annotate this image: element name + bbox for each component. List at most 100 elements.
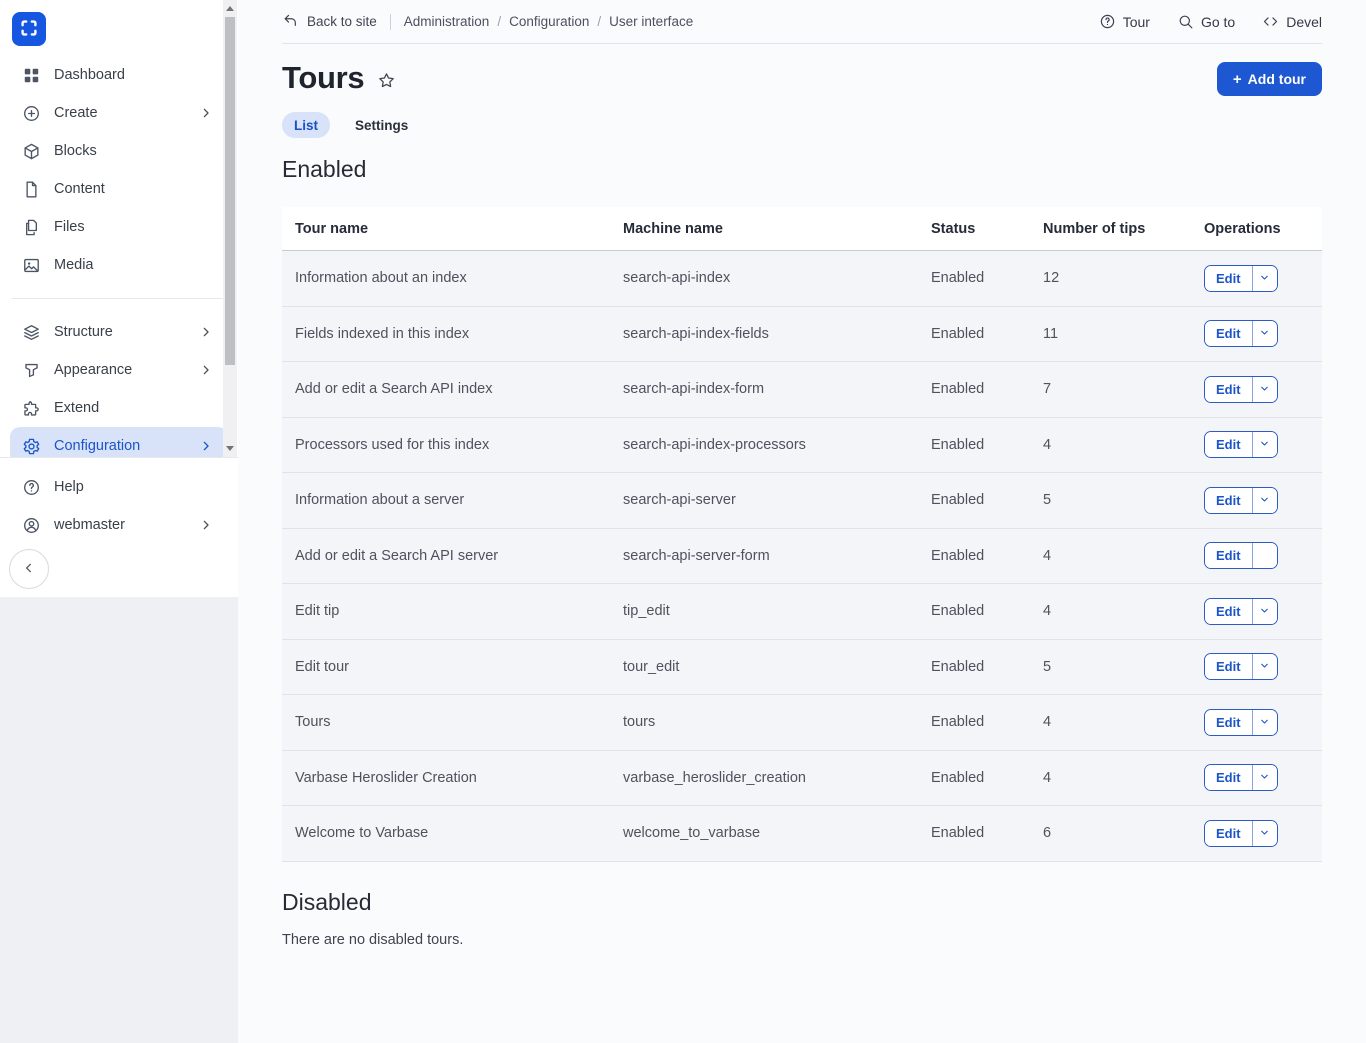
edit-dropdown-toggle[interactable] bbox=[1251, 598, 1277, 624]
cell-machine-name: welcome_to_varbase bbox=[623, 825, 761, 842]
chevron-down-icon bbox=[1259, 326, 1270, 341]
edit-dropdown-toggle[interactable] bbox=[1251, 487, 1277, 513]
sidebar-item-configuration[interactable]: Configuration bbox=[10, 427, 228, 457]
breadcrumb-link-configuration[interactable]: Configuration bbox=[509, 14, 589, 29]
edit-button[interactable]: Edit bbox=[1205, 709, 1252, 735]
sidebar-scrollbar[interactable] bbox=[223, 0, 237, 457]
scrollbar-up-arrow-icon[interactable] bbox=[226, 6, 234, 11]
edit-button[interactable]: Edit bbox=[1205, 654, 1252, 680]
sidebar-item-structure[interactable]: Structure bbox=[10, 313, 228, 351]
table-row: Varbase Heroslider Creation varbase_heros… bbox=[282, 750, 1322, 806]
topbar-action-tour[interactable]: Tour bbox=[1099, 13, 1150, 30]
add-tour-label: Add tour bbox=[1247, 71, 1306, 87]
edit-dropdown-toggle[interactable] bbox=[1251, 709, 1277, 735]
cell-tour-name: Tours bbox=[295, 714, 331, 731]
edit-dropdown-toggle[interactable] bbox=[1251, 820, 1277, 846]
table-row: Edit tip tip_edit Enabled 4 Edit bbox=[282, 584, 1322, 640]
cell-number-of-tips: 7 bbox=[1043, 381, 1052, 398]
sidebar-item-content[interactable]: Content bbox=[10, 170, 228, 208]
app-logo[interactable] bbox=[12, 12, 46, 46]
table-row: Add or edit a Search API server search-ap… bbox=[282, 528, 1322, 584]
sidebar-item-blocks[interactable]: Blocks bbox=[10, 132, 228, 170]
edit-button[interactable]: Edit bbox=[1205, 432, 1252, 458]
edit-button[interactable]: Edit bbox=[1205, 598, 1252, 624]
column-header-number-of-tips: Number of tips bbox=[1043, 220, 1146, 237]
edit-button[interactable]: Edit bbox=[1205, 487, 1252, 513]
sidebar-item-help[interactable]: Help bbox=[10, 468, 228, 506]
edit-dropdown-toggle[interactable] bbox=[1251, 432, 1277, 458]
edit-split-button: Edit bbox=[1204, 597, 1278, 625]
sidebar-nav: Dashboard Create Blocks Content Files Media St… bbox=[0, 56, 238, 457]
sidebar-item-create[interactable]: Create bbox=[10, 94, 228, 132]
page: Tours + Add tour List Settings Enabled To… bbox=[238, 60, 1366, 948]
table-row: Processors used for this index search-api… bbox=[282, 417, 1322, 473]
breadcrumb-link-administration[interactable]: Administration bbox=[404, 14, 490, 29]
sidebar-item-files[interactable]: Files bbox=[10, 208, 228, 246]
edit-button[interactable]: Edit bbox=[1205, 321, 1252, 347]
table-row: Tours tours Enabled 4 Edit bbox=[282, 695, 1322, 751]
cell-status: Enabled bbox=[931, 603, 985, 620]
edit-dropdown-toggle[interactable] bbox=[1251, 543, 1277, 569]
chevron-down-icon bbox=[1259, 715, 1270, 730]
add-tour-button[interactable]: + Add tour bbox=[1216, 62, 1322, 96]
sidebar-item-extend[interactable]: Extend bbox=[10, 389, 228, 427]
sidebar-item-label: Blocks bbox=[54, 143, 97, 159]
topbar-action-label: Devel bbox=[1286, 13, 1322, 30]
sidebar-footer: Help webmaster bbox=[0, 457, 238, 597]
edit-button[interactable]: Edit bbox=[1205, 376, 1252, 402]
plus-icon: + bbox=[1232, 70, 1242, 88]
disabled-empty-text: There are no disabled tours. bbox=[282, 931, 464, 948]
topbar-action-devel[interactable]: Devel bbox=[1262, 13, 1322, 30]
edit-dropdown-toggle[interactable] bbox=[1251, 654, 1277, 680]
chevron-down-icon bbox=[1259, 437, 1270, 452]
edit-button[interactable]: Edit bbox=[1205, 543, 1252, 569]
scrollbar-down-arrow-icon[interactable] bbox=[226, 446, 234, 451]
tab-list[interactable]: List bbox=[282, 112, 331, 138]
cell-tour-name: Information about an index bbox=[295, 270, 467, 287]
enabled-heading: Enabled bbox=[282, 156, 367, 182]
star-icon[interactable] bbox=[377, 71, 396, 90]
edit-button[interactable]: Edit bbox=[1205, 820, 1252, 846]
sidebar-item-media[interactable]: Media bbox=[10, 246, 228, 284]
chevron-down-icon bbox=[1259, 826, 1270, 841]
back-to-site-link[interactable]: Back to site bbox=[282, 12, 377, 32]
sidebar-item-label: Files bbox=[54, 219, 85, 235]
help-icon bbox=[22, 478, 41, 497]
topbar-actions: Tour Go to Devel bbox=[1099, 13, 1322, 30]
sidebar-item-webmaster[interactable]: webmaster bbox=[10, 506, 228, 544]
sidebar-item-label: Media bbox=[54, 257, 94, 273]
cell-number-of-tips: 4 bbox=[1043, 603, 1052, 620]
cell-operations: Edit bbox=[1204, 819, 1322, 847]
edit-button[interactable]: Edit bbox=[1205, 265, 1252, 291]
table-row: Information about an index search-api-ind… bbox=[282, 251, 1322, 307]
cell-number-of-tips: 11 bbox=[1043, 325, 1059, 342]
sidebar-item-label: Help bbox=[54, 479, 84, 495]
page-title: Tours bbox=[282, 60, 365, 95]
cell-machine-name: search-api-server bbox=[623, 492, 736, 509]
edit-split-button: Edit bbox=[1204, 708, 1278, 736]
sidebar-divider bbox=[12, 298, 226, 299]
cell-machine-name: search-api-index-fields bbox=[623, 325, 769, 342]
cell-machine-name: search-api-server-form bbox=[623, 547, 770, 564]
edit-button[interactable]: Edit bbox=[1205, 765, 1252, 791]
scrollbar-thumb[interactable] bbox=[225, 17, 235, 365]
cell-number-of-tips: 4 bbox=[1043, 436, 1052, 453]
column-header-operations: Operations bbox=[1204, 220, 1281, 237]
edit-dropdown-toggle[interactable] bbox=[1251, 265, 1277, 291]
cell-tour-name: Edit tip bbox=[295, 603, 340, 620]
sidebar-item-appearance[interactable]: Appearance bbox=[10, 351, 228, 389]
chevron-right-icon bbox=[198, 324, 214, 340]
edit-dropdown-toggle[interactable] bbox=[1251, 376, 1277, 402]
tab-settings[interactable]: Settings bbox=[343, 112, 420, 138]
sidebar-item-dashboard[interactable]: Dashboard bbox=[10, 56, 228, 94]
topbar-action-go-to[interactable]: Go to bbox=[1177, 13, 1235, 30]
breadcrumb-separator: / bbox=[597, 14, 602, 29]
edit-dropdown-toggle[interactable] bbox=[1251, 765, 1277, 791]
breadcrumb-link-user-interface[interactable]: User interface bbox=[609, 14, 693, 29]
sidebar-collapse-button[interactable] bbox=[9, 549, 49, 589]
cell-operations: Edit bbox=[1204, 431, 1322, 459]
edit-dropdown-toggle[interactable] bbox=[1251, 321, 1277, 347]
breadcrumb-divider bbox=[389, 13, 391, 30]
chevron-down-icon bbox=[1259, 770, 1270, 785]
column-header-status: Status bbox=[931, 220, 976, 237]
